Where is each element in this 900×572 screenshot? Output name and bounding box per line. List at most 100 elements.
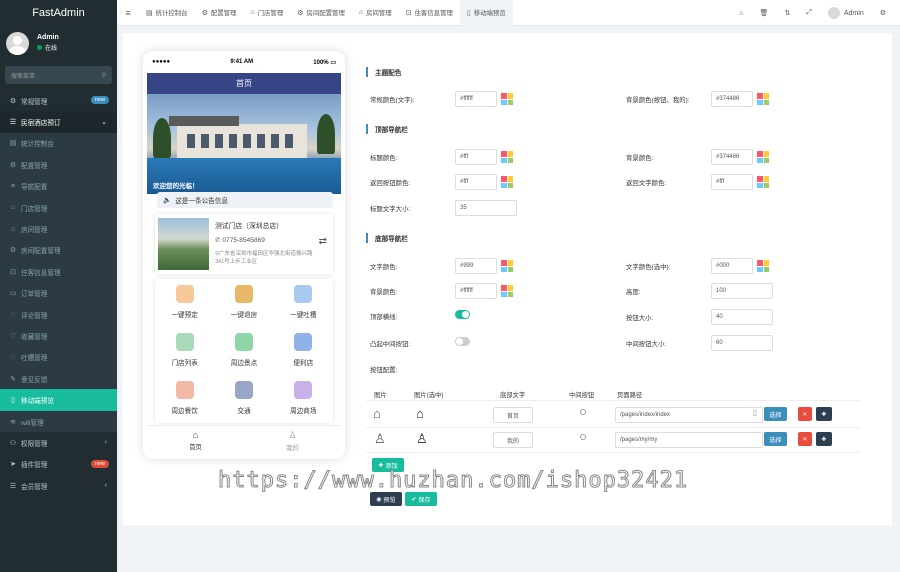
- tab-text-color-input[interactable]: #999: [455, 258, 497, 274]
- tab-text-input[interactable]: 首页: [493, 407, 533, 423]
- phone-tab-home[interactable]: ⌂ 首页: [147, 426, 244, 455]
- color-picker-icon[interactable]: [501, 151, 513, 163]
- user-outline-icon[interactable]: ♙: [374, 431, 386, 447]
- bg-color-input[interactable]: #374486: [711, 91, 753, 107]
- back-btn-color-input[interactable]: #fff: [455, 174, 497, 190]
- sidebar-item-mobile-preview[interactable]: ▯ 移动端预览: [0, 389, 117, 411]
- sidebar-item-guests[interactable]: ⊡ 住客信息管理: [0, 261, 117, 283]
- color-picker-icon[interactable]: [501, 176, 513, 188]
- color-picker-icon[interactable]: [501, 93, 513, 105]
- home-outline-icon[interactable]: ⌂: [373, 406, 381, 421]
- grid-item[interactable]: 交通: [214, 375, 273, 423]
- sidebar-item-plugins[interactable]: ➤ 插件管理 new: [0, 454, 117, 475]
- middle-button-radio[interactable]: [580, 409, 586, 415]
- tab-text-selected-input[interactable]: #000: [711, 258, 753, 274]
- save-button[interactable]: ✔ 保存: [405, 492, 437, 506]
- sidebar-item-room-config[interactable]: ⚙ 房间配置管理: [0, 239, 117, 262]
- grid-item[interactable]: 周边餐饮: [155, 375, 214, 423]
- clipboard-icon[interactable]: ▯: [753, 409, 757, 417]
- sidebar-item-dashboard[interactable]: ▤ 统计控制台: [0, 132, 117, 155]
- tab-mobile-preview[interactable]: ▯ 移动端预览: [459, 0, 513, 26]
- color-picker-icon[interactable]: [757, 93, 769, 105]
- user-menu[interactable]: Admin: [827, 7, 864, 19]
- grid-item[interactable]: 周边商场: [274, 375, 333, 423]
- sidebar-item-stores[interactable]: ⌂ 门店管理: [0, 196, 117, 219]
- grid-item[interactable]: 门店列表: [155, 327, 214, 375]
- sidebar-item-wifi[interactable]: ≋ wifi管理: [0, 410, 117, 433]
- home-icon[interactable]: ⌂: [739, 10, 743, 17]
- tab-height-input[interactable]: 100: [711, 283, 773, 299]
- home-filled-icon[interactable]: ⌂: [416, 406, 424, 421]
- add-row-button[interactable]: ✚: [816, 432, 832, 446]
- sidebar-item-favorites[interactable]: ♡ 收藏管理: [0, 325, 117, 347]
- grid-item[interactable]: 一键预定: [155, 279, 214, 327]
- main-color-input[interactable]: #ffffff: [455, 91, 497, 107]
- field-label: 标题文字大小:: [370, 206, 411, 213]
- color-picker-icon[interactable]: [501, 260, 513, 272]
- sidebar-item-general[interactable]: ⚙ 常规管理 new: [0, 90, 117, 111]
- sidebar-item-hotel[interactable]: ☰ 民宿酒店预订 ⌄: [0, 111, 117, 133]
- phone-tab-my[interactable]: ♙ 我的: [244, 426, 341, 455]
- color-picker-icon[interactable]: [757, 260, 769, 272]
- notice-bar[interactable]: 🔈 这是一条公告信息: [157, 192, 333, 208]
- sidebar-item-members[interactable]: ☰ 会员管理 ‹: [0, 475, 117, 496]
- grid-item[interactable]: 一键吐槽: [274, 279, 333, 327]
- phone-status-bar: ●●●●● 9:41 AM 100% ▭: [143, 51, 345, 73]
- choose-button[interactable]: 选择: [764, 407, 787, 421]
- grid-item-label: 便利店: [293, 360, 314, 367]
- language-icon[interactable]: ⇅: [784, 9, 790, 17]
- swap-icon[interactable]: ⇄: [319, 236, 327, 247]
- page-path-input[interactable]: /pages/index/index: [615, 407, 763, 423]
- color-picker-icon[interactable]: [757, 176, 769, 188]
- menu-search-input[interactable]: 搜索菜单 ⚲: [5, 66, 112, 84]
- grid-item[interactable]: 周边景点: [214, 327, 273, 375]
- settings-icon[interactable]: ⚙: [880, 9, 886, 17]
- title-color-input[interactable]: #fff: [455, 149, 497, 165]
- preview-button[interactable]: ◉ 预览: [370, 492, 402, 506]
- user-filled-icon[interactable]: ♙: [416, 431, 428, 447]
- delete-button[interactable]: ✕: [798, 432, 812, 446]
- back-text-color-input[interactable]: #fff: [711, 174, 753, 190]
- sidebar-item-feedback[interactable]: ✎ 意见反馈: [0, 368, 117, 390]
- field-label: 常规颜色(文字):: [370, 97, 415, 104]
- sidebar-item-complaints[interactable]: ◌ 吐槽管理: [0, 346, 117, 369]
- sidebar-item-config[interactable]: ⚙ 配置管理: [0, 154, 117, 176]
- mid-btn-size-input[interactable]: 60: [711, 335, 773, 351]
- hero-banner[interactable]: 欢迎您的光临！: [147, 94, 341, 194]
- tab-dashboard[interactable]: ▤ 统计控制台: [139, 0, 195, 26]
- grid-item[interactable]: 一键退房: [214, 279, 273, 327]
- grid-item[interactable]: 便利店: [274, 327, 333, 375]
- title-font-size-input[interactable]: 35: [455, 200, 517, 216]
- add-row-button[interactable]: ✚: [816, 407, 832, 421]
- tab-room-config[interactable]: ⚙ 房间配置管理: [290, 0, 352, 26]
- nav-bg-color-input[interactable]: #374486: [711, 149, 753, 165]
- color-picker-icon[interactable]: [501, 285, 513, 297]
- top-border-toggle[interactable]: [455, 310, 470, 319]
- page-path-input[interactable]: /pages/my/my: [615, 432, 763, 448]
- feature-grid: 一键预定 一键退房 一键吐槽 门店列表 周边景点 便利店 周边餐饮 交通 周边商…: [155, 279, 333, 423]
- sidebar-item-permissions[interactable]: ⚇ 权限管理 ‹: [0, 432, 117, 453]
- btn-size-input[interactable]: 40: [711, 309, 773, 325]
- middle-button-radio[interactable]: [580, 434, 586, 440]
- sidebar-item-nav-config[interactable]: ≡ 导航配置: [0, 175, 117, 197]
- tab-rooms[interactable]: ⌂ 房间管理: [352, 0, 399, 26]
- fullscreen-icon[interactable]: ⤢: [806, 9, 812, 17]
- tab-text-input[interactable]: 我的: [493, 432, 533, 448]
- user-name: Admin: [37, 34, 59, 41]
- sidebar-item-comments[interactable]: ◌ 评论管理: [0, 303, 117, 326]
- tab-config[interactable]: ⚙ 配置管理: [195, 0, 244, 26]
- choose-button[interactable]: 选择: [764, 432, 787, 446]
- delete-button[interactable]: ✕: [798, 407, 812, 421]
- sidebar-item-orders[interactable]: ▭ 订单管理: [0, 282, 117, 304]
- trash-icon[interactable]: 🗑: [760, 9, 769, 17]
- tab-bg-color-input[interactable]: #ffffff: [455, 283, 497, 299]
- sidebar-toggle-icon[interactable]: ≡: [117, 8, 139, 18]
- app-logo[interactable]: FastAdmin: [0, 0, 117, 26]
- convex-button-toggle[interactable]: [455, 337, 470, 346]
- store-card[interactable]: 测试门店（深圳总店） ✆ 0775-8545869 ⚲广东省深圳市福田区华强北街…: [155, 214, 333, 274]
- tab-guests[interactable]: ⊡ 住客信息管理: [399, 0, 460, 26]
- color-picker-icon[interactable]: [757, 151, 769, 163]
- search-icon[interactable]: ⚲: [102, 72, 106, 79]
- tab-stores[interactable]: ⌂ 门店管理: [243, 0, 290, 26]
- sidebar-item-rooms[interactable]: ⌂ 房间管理: [0, 218, 117, 240]
